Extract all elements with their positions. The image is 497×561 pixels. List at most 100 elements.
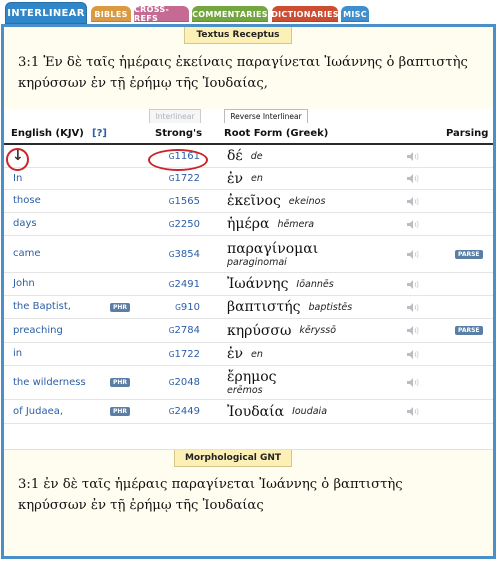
english-word-link[interactable]: John: [13, 273, 108, 295]
header-root-form: Root Form (Greek): [224, 127, 329, 139]
strongs-link[interactable]: G 2250: [142, 213, 200, 235]
highlight-oval-strongs: [148, 149, 208, 171]
strongs-number: 2449: [174, 406, 200, 417]
transliteration: de: [250, 150, 263, 162]
greek-lemma: δέ: [227, 148, 243, 164]
strongs-link[interactable]: G 1722: [142, 168, 200, 189]
tab-cross-refs[interactable]: CROSS-REFS: [134, 5, 189, 23]
speaker-icon[interactable]: [406, 366, 422, 399]
verse-line: 3:1 Ἐν δὲ ταῖς ἡμέραις ἐκείναις παραγίνε…: [18, 55, 468, 70]
speaker-icon[interactable]: [406, 213, 422, 235]
english-word-link[interactable]: in: [13, 343, 108, 365]
speaker-icon[interactable]: [406, 190, 422, 212]
strongs-number: 2048: [174, 377, 200, 388]
strongs-link[interactable]: G 1722: [142, 343, 200, 365]
greek-lemma: βαπτιστής: [227, 299, 301, 315]
header-parsing: Parsing: [446, 127, 489, 139]
english-word-link[interactable]: days: [13, 213, 108, 235]
strongs-link[interactable]: G 2449: [142, 400, 200, 423]
highlight-oval-arrow: [6, 148, 29, 171]
english-word-link[interactable]: those: [13, 190, 108, 212]
table-row: ↓ G 1161 δέ de: [4, 145, 493, 168]
textus-receptus-verse: 3:1 Ἐν δὲ ταῖς ἡμέραις ἐκείναις παραγίνε…: [18, 52, 488, 94]
transliteration: Ioudaia: [292, 406, 328, 417]
strongs-number: 910: [180, 301, 200, 313]
table-row: days G 2250 ἡμέρα hēmera: [4, 213, 493, 236]
english-word-link[interactable]: the wilderness: [13, 366, 108, 399]
transliteration: en: [251, 348, 263, 360]
strongs-link[interactable]: G 910: [142, 296, 200, 318]
speaker-icon[interactable]: [406, 145, 422, 167]
table-row: John G 2491 Ἰωάννης Iōannēs: [4, 273, 493, 296]
parse-cell: PARSE: [455, 236, 487, 272]
phrase-cell: PHR: [110, 296, 131, 318]
speaker-icon[interactable]: [406, 400, 422, 423]
morphological-gnt-verse: 3:1 ἐν δὲ ταῖς ἡμέραις παραγίνεται Ἰωάνν…: [18, 474, 488, 516]
greek-lemma: ἐκεῖνος: [227, 193, 281, 209]
greek-lemma: παραγίνομαι: [227, 240, 319, 257]
english-word-link[interactable]: of Judaea,: [13, 400, 108, 423]
strongs-link[interactable]: G 1565: [142, 190, 200, 212]
phrase-badge[interactable]: PHR: [110, 302, 131, 312]
table-row: the Baptist, PHR G 910 βαπτιστής baptistēs: [4, 296, 493, 319]
transliteration: kēryssō: [299, 325, 337, 336]
speaker-icon[interactable]: [406, 319, 422, 342]
parse-button[interactable]: PARSE: [455, 249, 483, 259]
strongs-number: 3854: [174, 248, 200, 260]
strongs-number: 2491: [174, 278, 200, 290]
english-word-link[interactable]: the Baptist,: [13, 296, 108, 318]
greek-lemma: Ἰωάννης: [227, 276, 289, 292]
strongs-link[interactable]: G 2784: [142, 319, 200, 342]
phrase-cell: PHR: [110, 366, 131, 399]
table-row: of Judaea, PHR G 2449 Ἰουδαία Ioudaia: [4, 400, 493, 424]
interlinear-toggle[interactable]: Interlinear: [149, 109, 201, 123]
strongs-link[interactable]: G 2048: [142, 366, 200, 399]
header-english: English (KJV): [11, 127, 84, 139]
speaker-icon[interactable]: [406, 296, 422, 318]
phrase-cell: PHR: [110, 400, 131, 423]
strongs-link[interactable]: G 2491: [142, 273, 200, 295]
english-word-link[interactable]: came: [13, 236, 108, 272]
tab-bar: INTERLINEAR BIBLES CROSS-REFS COMMENTARI…: [0, 0, 497, 24]
speaker-icon[interactable]: [406, 236, 422, 272]
help-link[interactable]: [?]: [92, 123, 107, 143]
parse-button[interactable]: PARSE: [455, 326, 483, 335]
greek-lemma: ἡμέρα: [227, 216, 270, 232]
greek-root-cell: δέ de: [227, 145, 402, 167]
interlinear-table: Interlinear Reverse Interlinear English …: [4, 109, 493, 449]
header-strongs: Strong's: [155, 127, 203, 139]
transliteration: paraginomai: [227, 256, 287, 268]
greek-root-cell: Ἰουδαία Ioudaia: [227, 400, 402, 423]
strongs-number: 1722: [174, 173, 200, 184]
phrase-badge[interactable]: PHR: [110, 378, 131, 387]
tab-commentaries[interactable]: COMMENTARIES: [192, 6, 268, 22]
phrase-badge[interactable]: PHR: [110, 407, 131, 416]
transliteration: hēmera: [277, 218, 315, 230]
greek-root-cell: παραγίνομαι paraginomai: [227, 236, 402, 272]
textus-receptus-banner: Textus Receptus: [184, 27, 292, 44]
english-word-link[interactable]: preaching: [13, 319, 108, 342]
greek-lemma: Ἰουδαία: [227, 403, 285, 420]
reverse-interlinear-toggle[interactable]: Reverse Interlinear: [224, 109, 308, 123]
transliteration: Iōannēs: [296, 278, 334, 290]
english-word-link[interactable]: In: [13, 168, 108, 189]
greek-root-cell: ἐν en: [227, 343, 402, 365]
strongs-number: 1565: [174, 195, 200, 207]
parse-cell: PARSE: [455, 319, 487, 342]
speaker-icon[interactable]: [406, 273, 422, 295]
tab-dictionaries[interactable]: DICTIONARIES: [271, 6, 338, 22]
tab-interlinear[interactable]: INTERLINEAR: [5, 2, 87, 24]
table-row: those G 1565 ἐκεῖνος ekeinos: [4, 190, 493, 213]
speaker-icon[interactable]: [406, 343, 422, 365]
greek-root-cell: ἔρημος erēmos: [227, 366, 402, 399]
tab-misc[interactable]: MISC: [341, 6, 369, 22]
transliteration: baptistēs: [308, 301, 353, 313]
strongs-link[interactable]: G 3854: [142, 236, 200, 272]
table-row: came G 3854 παραγίνομαι paraginomai PARSE: [4, 236, 493, 273]
tab-bibles[interactable]: BIBLES: [91, 6, 131, 22]
strongs-number: 2784: [174, 325, 200, 336]
table-row: in G 1722 ἐν en: [4, 343, 493, 366]
strongs-number: 2250: [174, 218, 200, 230]
greek-root-cell: κηρύσσω kēryssō: [227, 319, 402, 342]
speaker-icon[interactable]: [406, 168, 422, 189]
